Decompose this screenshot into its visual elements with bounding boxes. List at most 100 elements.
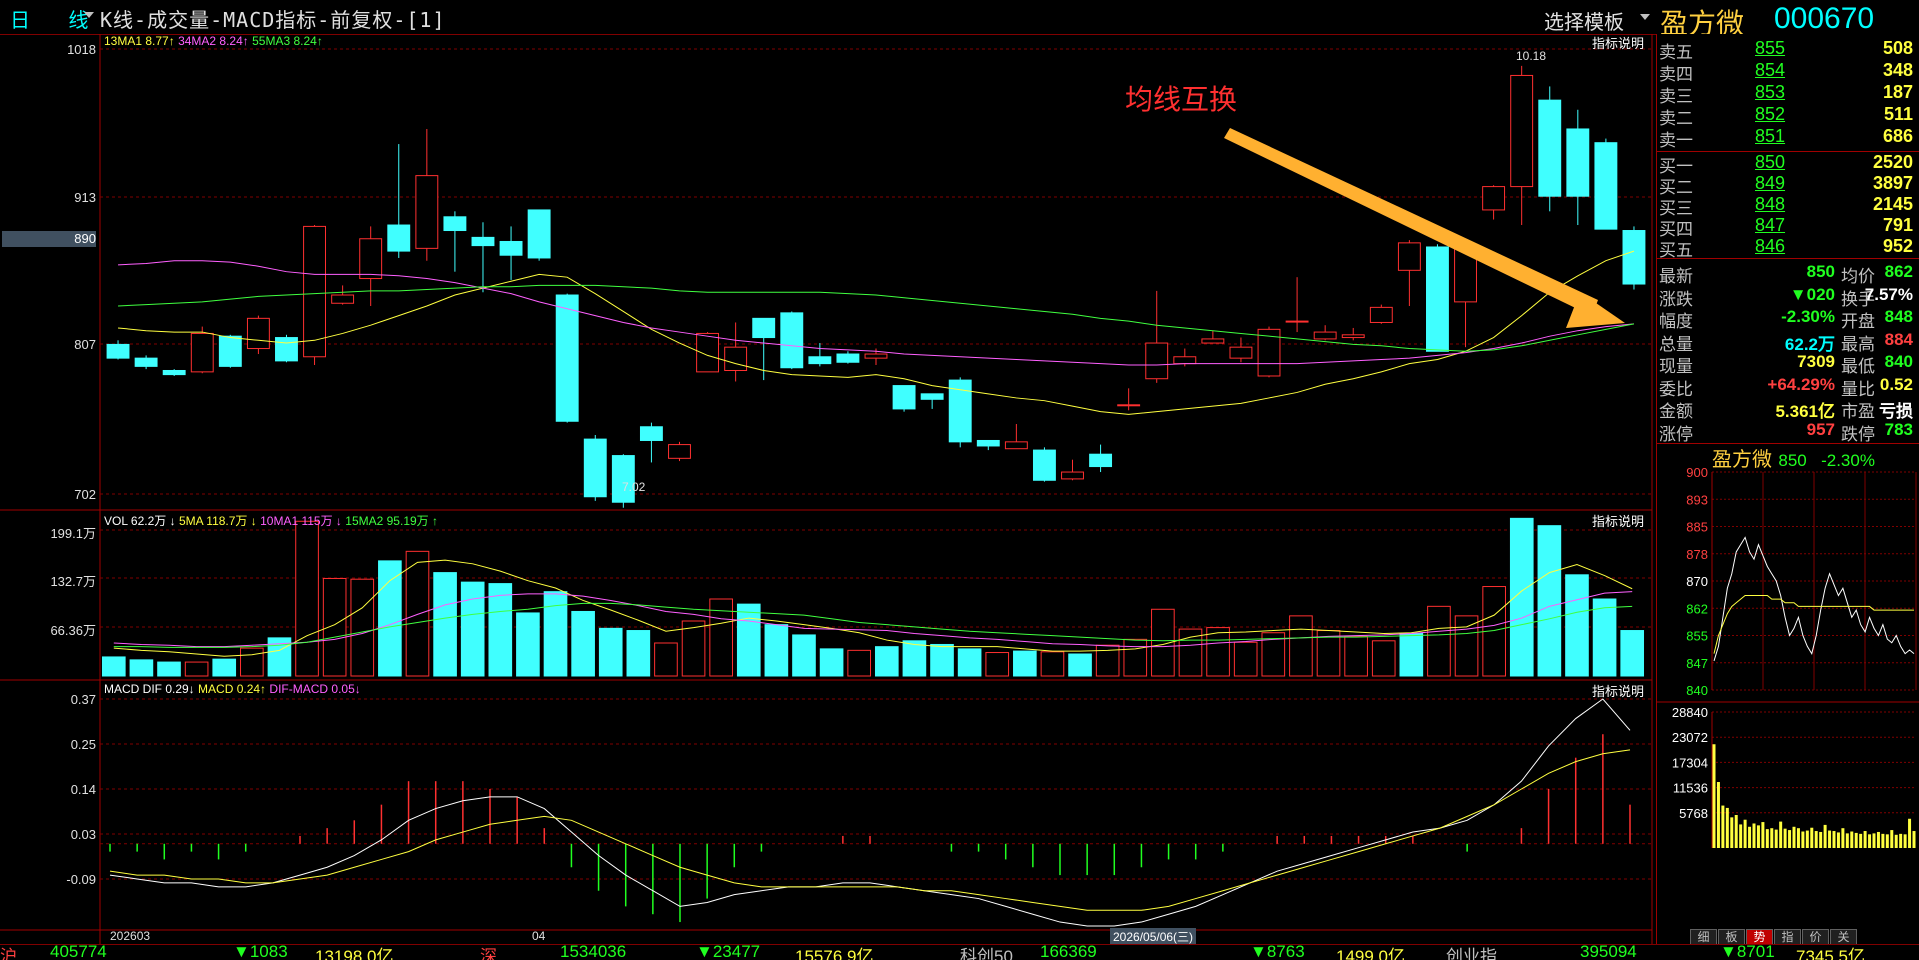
candle-down [1426,246,1449,352]
status-item: ▼8701 [1720,944,1775,960]
candle-up [1510,74,1534,188]
volume-bar [1289,615,1313,677]
high-price-label: 10.18 [1516,49,1547,63]
macd-explain-link[interactable]: 指标说明 [1592,681,1644,700]
quote-row[interactable]: 委比 +64.29% 量比 0.52 [1659,375,1919,400]
macd-y-tick: 0.25 [70,737,96,752]
intraday-vol-tick: 17304 [1672,755,1708,770]
candle-up [190,332,214,373]
ask-volume: 348 [1882,60,1913,80]
ask-volume: 508 [1882,38,1913,58]
tab-sector[interactable]: 板 [1718,929,1745,945]
candle-down [1089,453,1113,468]
quote-row[interactable]: 金额 5.361亿 市盈 亏损 [1659,397,1919,422]
quote-value: 亏损 [1879,402,1913,421]
bid-volume: 2520 [1872,152,1913,172]
candle-down [752,317,776,339]
status-item: 1534036 [560,944,627,960]
bid-row[interactable]: 买五 846 952 [1659,236,1919,261]
bid-label: 买五 [1659,241,1693,261]
volume-bar [1592,598,1617,677]
bid-row[interactable]: 买三 848 2145 [1659,194,1919,219]
orderbook-quote-divider [1656,258,1919,259]
grid-lines [100,48,1652,880]
ma13-legend: 13MA1 8.77↑ [104,34,175,48]
intraday-price-tick: 878 [1686,547,1708,562]
quote-row[interactable]: 最新 850 均价 862 [1659,262,1919,287]
tab-related[interactable]: 关 [1830,929,1857,945]
volume-bar [101,656,126,677]
quote-row[interactable]: 现量 7309 最低 840 [1659,352,1919,377]
candle-up [303,225,326,358]
quote-label: 最低 [1841,357,1875,377]
candle-down [892,385,916,410]
status-item: 沪 [0,947,17,960]
status-item: 395094 [1580,944,1637,960]
volume-explain-link[interactable]: 指标说明 [1592,511,1644,530]
main-explain-link[interactable]: 指标说明 [1592,33,1644,52]
candle-up [1369,306,1393,323]
intraday-price-tick: 900 [1686,466,1708,480]
candle-down [443,216,467,232]
chart-area[interactable] [0,0,1656,944]
quote-label: 量比 [1841,379,1875,400]
bid-row[interactable]: 买二 849 3897 [1659,173,1919,198]
stock-code: 000670 [1774,2,1875,35]
volume-bar [1040,651,1065,677]
bid-row[interactable]: 买四 847 791 [1659,215,1919,240]
candle-down [527,209,551,259]
vol-ma5-legend: 5MA 118.7万 ↓ [178,514,257,528]
dea-line [109,749,1631,911]
candle-up [1061,471,1084,480]
candle-down [1538,99,1562,197]
ask-row[interactable]: 卖三 853 187 [1659,82,1919,107]
status-item: 创业指 [1446,947,1497,960]
vol-legend: VOL 62.2万 ↓ [104,514,176,528]
tab-trend[interactable]: 势 [1746,929,1773,945]
volume-legend: VOL 62.2万 ↓ 5MA 118.7万 ↓ 10MA1 115万 ↓ 15… [104,512,438,529]
candle-down [1566,128,1590,197]
ask-row[interactable]: 卖四 854 348 [1659,60,1919,85]
quote-row[interactable]: 涨停 957 跌停 783 [1659,420,1919,445]
quote-row[interactable]: 涨跌 ▼020 换手 7.57% [1659,285,1919,310]
dif-line [109,698,1631,927]
tab-price[interactable]: 价 [1802,929,1829,945]
candle-up [1004,441,1028,450]
volume-bar [1620,630,1645,677]
macd-y-tick: -0.09 [66,872,96,887]
bid-row[interactable]: 买一 850 2520 [1659,152,1919,177]
ask-price: 853 [1755,82,1786,102]
candle-down [106,343,130,359]
candle-up [331,294,355,304]
date-label: 04 [532,929,546,943]
candle-down [471,236,495,247]
intraday-vol-tick: 5768 [1679,806,1708,821]
candle-down [1622,230,1646,285]
volume-y-tick: 132.7万 [50,574,96,589]
candle-up [1482,186,1506,211]
volume-bar [129,659,154,677]
tab-index[interactable]: 指 [1774,929,1801,945]
volume-bar [847,649,872,677]
ask-row[interactable]: 卖二 852 511 [1659,104,1919,129]
bid-price: 848 [1755,194,1786,214]
ask-row[interactable]: 卖五 855 508 [1659,38,1919,63]
quote-row[interactable]: 总量 62.2万 最高 884 [1659,330,1919,355]
intraday-price-tick: 862 [1686,601,1708,616]
status-item: 405774 [50,944,107,960]
quote-label: 幅度 [1659,312,1693,332]
volume-bar [654,642,678,677]
candle-up [415,175,439,249]
volume-bar [1454,615,1479,677]
quote-label: 委比 [1659,379,1693,400]
ask-row[interactable]: 卖一 851 686 [1659,126,1919,151]
market-status-bar: 沪 405774 ▼1083 13198.0亿 深 1534036 ▼23477 15576.… [0,944,1919,960]
quote-row[interactable]: 幅度 -2.30% 开盘 848 [1659,307,1919,332]
status-item: 13198.0亿 [315,947,394,960]
tab-detail[interactable]: 细 [1690,929,1717,945]
status-item: ▼8763 [1250,944,1305,960]
volume-bar [516,612,540,677]
intraday-chart[interactable]: 900 893 885 878 870 862 855 847 840 28840 23072 173… [1656,466,1919,929]
candle-down [780,312,804,369]
volume-bar [322,577,347,677]
